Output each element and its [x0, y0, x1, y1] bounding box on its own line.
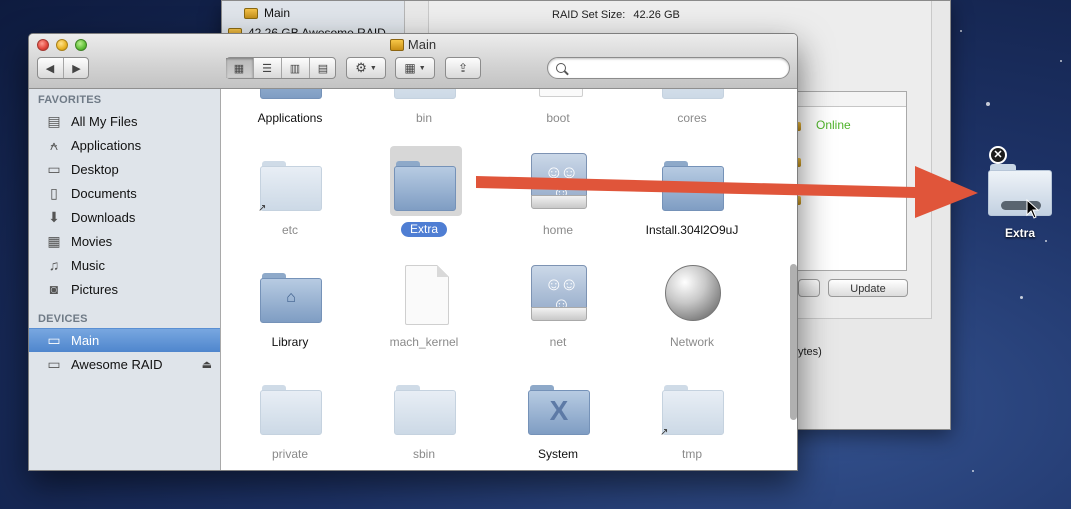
drag-arrow-shape [476, 166, 978, 218]
dragged-item-label: Extra [1004, 226, 1036, 240]
remove-badge-icon: ✕ [989, 146, 1007, 164]
mouse-cursor-icon [1026, 199, 1040, 219]
drag-arrow [476, 166, 978, 218]
dragged-folder-icon[interactable] [988, 164, 1052, 216]
